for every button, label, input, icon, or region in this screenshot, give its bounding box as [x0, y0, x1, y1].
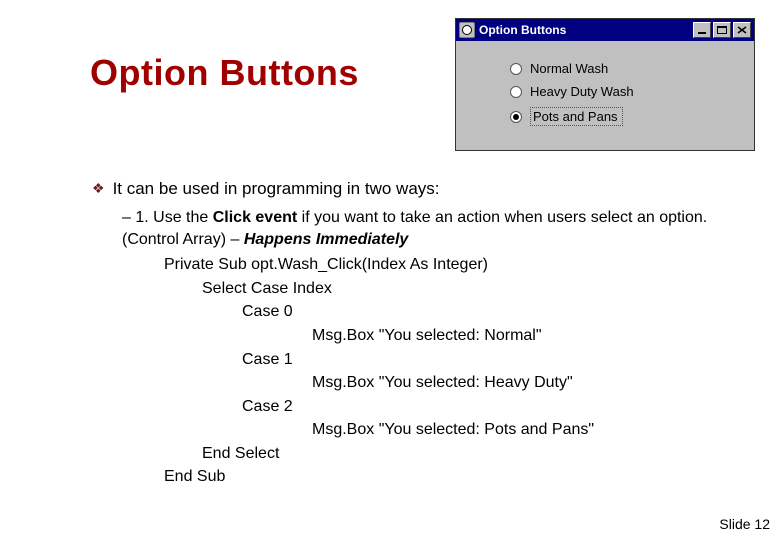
code-block: Private Sub opt.Wash_Click(Index As Inte…: [142, 254, 740, 488]
diamond-bullet-icon: ❖: [92, 179, 105, 198]
code-line: End Sub: [142, 466, 740, 488]
radio-pots-and-pans[interactable]: Pots and Pans: [510, 107, 740, 126]
code-line: Msg.Box "You selected: Normal": [142, 325, 740, 347]
bullet-text: It can be used in programming in two way…: [113, 178, 440, 201]
radio-icon: [510, 111, 522, 123]
minimize-button[interactable]: [693, 22, 711, 38]
radio-normal-wash[interactable]: Normal Wash: [510, 61, 740, 76]
code-line: Msg.Box "You selected: Heavy Duty": [142, 372, 740, 394]
window-client-area: Normal Wash Heavy Duty Wash Pots and Pan…: [456, 41, 754, 150]
click-event-text: Click event: [213, 209, 297, 226]
close-button[interactable]: [733, 22, 751, 38]
code-line: End Select: [142, 443, 740, 465]
radio-label: Heavy Duty Wash: [530, 84, 634, 99]
window-titlebar: Option Buttons: [456, 19, 754, 41]
radio-heavy-duty-wash[interactable]: Heavy Duty Wash: [510, 84, 740, 99]
radio-label: Pots and Pans: [530, 107, 623, 126]
slide-title: Option Buttons: [90, 52, 359, 94]
slide-number: Slide 12: [719, 516, 770, 532]
radio-icon: [510, 63, 522, 75]
code-line: Case 2: [142, 396, 740, 418]
slide-body: ❖ It can be used in programming in two w…: [92, 178, 740, 490]
code-line: Msg.Box "You selected: Pots and Pans": [142, 419, 740, 441]
code-line: Select Case Index: [142, 278, 740, 300]
option-buttons-window: Option Buttons Normal Wash Heavy Duty Wa…: [455, 18, 755, 151]
maximize-button[interactable]: [713, 22, 731, 38]
happens-text: Happens Immediately: [244, 231, 409, 248]
radio-label: Normal Wash: [530, 61, 608, 76]
code-line: Case 0: [142, 301, 740, 323]
sub-bullet-prefix: – 1. Use the: [122, 209, 213, 226]
code-line: Case 1: [142, 349, 740, 371]
window-title: Option Buttons: [479, 23, 691, 37]
code-line: Private Sub opt.Wash_Click(Index As Inte…: [142, 254, 740, 276]
app-icon: [459, 22, 475, 38]
bullet-level1: ❖ It can be used in programming in two w…: [92, 178, 740, 201]
radio-icon: [510, 86, 522, 98]
bullet-level2: – 1. Use the Click event if you want to …: [122, 207, 740, 250]
